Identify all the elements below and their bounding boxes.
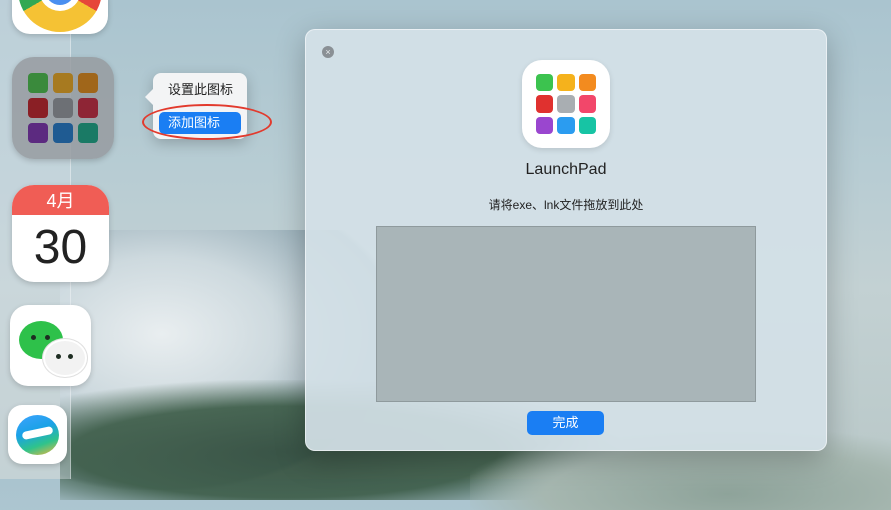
grid-tile: [28, 123, 48, 143]
grid-tile: [28, 98, 48, 118]
grid-tile: [578, 74, 596, 92]
grid-tile: [536, 95, 554, 113]
app-name: LaunchPad: [525, 161, 607, 178]
grid-tile: [536, 74, 554, 92]
launchpad-app-icon: [522, 60, 610, 148]
wechat-app-icon[interactable]: [10, 305, 91, 386]
wechat-eye: [31, 335, 36, 340]
grid-tile: [53, 98, 73, 118]
grid-tile: [78, 98, 98, 118]
chrome-app-icon[interactable]: [12, 0, 108, 34]
calendar-app-icon[interactable]: 4月 30: [12, 185, 109, 282]
launchpad-dock-icon[interactable]: [12, 57, 114, 159]
file-drop-zone[interactable]: [376, 226, 756, 402]
grid-tile: [557, 95, 575, 113]
wechat-bubble-white: [43, 339, 87, 377]
grid-tile: [578, 95, 596, 113]
drop-instruction: 请将exe、lnk文件拖放到此处: [488, 198, 644, 212]
qq-browser-app-icon[interactable]: [8, 405, 67, 464]
menu-item-set-icon[interactable]: 设置此图标: [159, 79, 241, 101]
launchpad-dock-grid: [28, 73, 98, 143]
grid-tile: [28, 73, 48, 93]
add-icon-dialog: × LaunchPad 请将exe、lnk文件拖放到此处 完成: [305, 29, 827, 451]
grid-tile: [53, 123, 73, 143]
launchpad-icon-grid: [536, 74, 596, 134]
close-icon[interactable]: ×: [322, 46, 334, 58]
grid-tile: [78, 73, 98, 93]
grid-tile: [557, 116, 575, 134]
grid-tile: [557, 74, 575, 92]
wechat-eye: [56, 354, 61, 359]
grid-tile: [78, 123, 98, 143]
calendar-day: 30: [33, 221, 88, 274]
calendar-month: 4月: [12, 185, 109, 215]
grid-tile: [578, 116, 596, 134]
grid-tile: [536, 116, 554, 134]
grid-tile: [53, 73, 73, 93]
annotation-highlight-oval: [142, 104, 272, 140]
done-button[interactable]: 完成: [527, 411, 604, 435]
wechat-eye: [68, 354, 73, 359]
wechat-eye: [45, 335, 50, 340]
